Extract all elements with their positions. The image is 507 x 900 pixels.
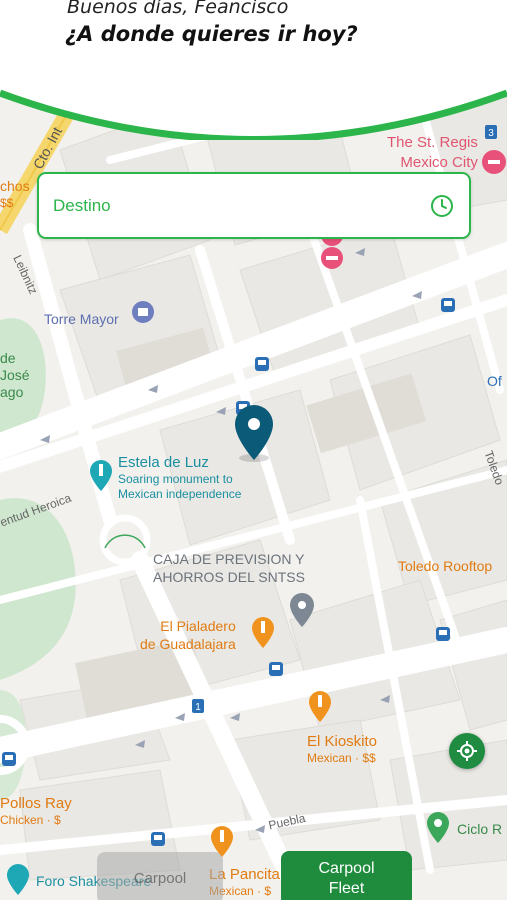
route-badge: 1 xyxy=(192,699,204,713)
poi-toledo-rooftop[interactable]: Toledo Rooftop xyxy=(398,558,492,574)
poi-estela-title: Estela de Luz xyxy=(118,454,209,471)
poi-pialadero-line1: El Pialadero xyxy=(160,618,236,634)
poi-pollos-name: Pollos Ray xyxy=(0,795,72,812)
poi-pollos-ray[interactable]: Pollos Ray Chicken · $ xyxy=(0,795,72,828)
poi-estela-desc2: Mexican independence xyxy=(118,487,242,501)
poi-jose-line3: ago xyxy=(0,384,24,400)
poi-estela-desc1: Soaring monument to xyxy=(118,472,233,486)
crosshair-icon xyxy=(457,741,477,761)
svg-text:3: 3 xyxy=(488,128,494,139)
poi-kioskito-name: El Kioskito xyxy=(307,733,378,750)
poi-jose-line1: de xyxy=(0,350,16,366)
bus-stop-icon xyxy=(2,752,16,766)
poi-ciclo[interactable]: Ciclo R xyxy=(457,821,502,837)
poi-kioskito-desc: Mexican · $$ xyxy=(307,751,376,765)
poi-caja-line1: CAJA DE PREVISION Y xyxy=(153,551,305,567)
poi-pialadero[interactable]: El Pialadero de Guadalajara xyxy=(140,617,236,653)
svg-text:1: 1 xyxy=(195,702,201,713)
my-location-button[interactable] xyxy=(449,733,485,769)
poi-caja-prevision[interactable]: CAJA DE PREVISION Y AHORROS DEL SNTSS xyxy=(153,550,305,586)
bus-stop-icon xyxy=(441,298,455,312)
poi-of: Of xyxy=(487,373,502,389)
bus-stop-icon xyxy=(255,357,269,371)
poi-pollos-desc: Chicken · $ xyxy=(0,813,61,827)
poi-torre-mayor[interactable]: Torre Mayor xyxy=(44,311,119,327)
poi-estela-de-luz[interactable]: Estela de Luz Soaring monument to Mexica… xyxy=(118,454,241,502)
bus-stop-icon xyxy=(269,662,283,676)
poi-pialadero-line2: de Guadalajara xyxy=(140,636,236,652)
poi-jose-line2: José xyxy=(0,367,30,383)
poi-jose: de José ago xyxy=(0,350,30,401)
carpool-fleet-label: Carpool Fleet xyxy=(318,859,375,897)
carpool-fleet-button[interactable]: Carpool Fleet xyxy=(281,851,412,900)
clock-icon[interactable] xyxy=(429,193,455,219)
landmark-icon xyxy=(132,301,154,323)
poi-st-regis-line2: Mexico City xyxy=(400,154,478,171)
poi-st-regis[interactable]: The St. Regis Mexico City xyxy=(387,133,478,173)
poi-choss: chos $$ xyxy=(0,178,30,212)
poi-caja-line2: AHORROS DEL SNTSS xyxy=(153,569,305,585)
poi-st-regis-line1: The St. Regis xyxy=(387,134,478,151)
destination-input[interactable] xyxy=(53,195,413,216)
hotel-icon xyxy=(482,150,506,174)
poi-kioskito[interactable]: El Kioskito Mexican · $$ xyxy=(307,733,377,766)
carpool-button[interactable]: Carpool xyxy=(97,852,223,900)
bus-stop-icon xyxy=(151,832,165,846)
route-badge: 3 xyxy=(485,125,497,139)
poi-choss-price: $$ xyxy=(0,196,14,210)
bus-stop-icon xyxy=(436,627,450,641)
destination-search-box[interactable] xyxy=(37,172,471,239)
poi-choss-name: chos xyxy=(0,178,30,194)
